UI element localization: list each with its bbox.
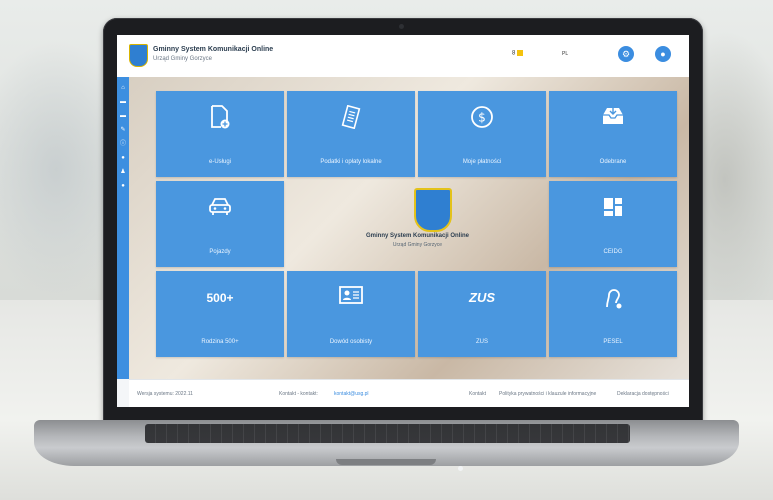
circle-icon[interactable]: ● <box>120 155 126 161</box>
language-selector[interactable]: PL <box>562 51 568 57</box>
person-icon <box>549 285 677 311</box>
laptop-screen: Gminny System Komunikacji Online Urząd G… <box>117 35 689 407</box>
app-header: Gminny System Komunikacji Online Urząd G… <box>117 35 689 78</box>
receipt-icon <box>287 105 415 131</box>
tile-received[interactable]: Odebrane <box>549 91 677 177</box>
app-subtitle: Urząd Gminy Gorzyce <box>153 56 213 62</box>
500-plus-icon: 500+ <box>156 285 284 311</box>
id-card-icon <box>287 285 415 311</box>
gear-icon[interactable]: ⚙ <box>618 46 634 62</box>
user-icon[interactable]: ♟ <box>120 169 126 175</box>
footer-contact-link[interactable]: kontakt@usg.pl <box>334 391 369 397</box>
tile-label: e-Usługi <box>208 159 231 165</box>
footer-contact-label: Kontakt - kontakt: <box>279 391 318 397</box>
sidebar: ⌂ ▬ ▬ ✎ ⓘ ● ♟ ● <box>117 77 129 379</box>
footer-link-accessibility[interactable]: Deklaracja dostępności <box>617 391 669 397</box>
tile-label: ZUS <box>476 339 488 345</box>
inbox-icon <box>549 105 677 131</box>
tile-zus[interactable]: ZUS ZUS <box>418 271 546 357</box>
laptop-keyboard <box>145 424 630 443</box>
app-title: Gminny System Komunikacji Online <box>153 46 274 53</box>
dollar-icon: $ <box>418 105 546 131</box>
svg-text:$: $ <box>478 111 486 125</box>
notification-icon <box>517 50 524 56</box>
webcam <box>399 24 404 29</box>
circle-icon[interactable]: ● <box>120 183 126 189</box>
tile-pesel[interactable]: PESEL <box>549 271 677 357</box>
coat-of-arms-logo[interactable] <box>129 44 148 67</box>
power-led <box>458 466 463 471</box>
tile-label: Pojazdy <box>209 249 231 255</box>
blocks-icon <box>549 195 677 221</box>
user-icon[interactable]: ● <box>655 46 671 62</box>
center-subtitle: Urząd Gminy Gorzyce <box>392 242 443 248</box>
info-icon[interactable]: ⓘ <box>120 141 126 147</box>
center-branding-panel: Gminny System Komunikacji Online Urząd G… <box>287 181 548 267</box>
notification-count: 8 <box>512 50 516 57</box>
coat-of-arms-emblem <box>414 188 452 232</box>
footer-link-contact[interactable]: Kontakt <box>469 391 486 397</box>
tile-e-services[interactable]: e-Usługi <box>156 91 284 177</box>
car-icon[interactable]: ▬ <box>120 99 126 105</box>
tile-label: Dowód osobisty <box>329 339 373 345</box>
tile-id-card[interactable]: Dowód osobisty <box>287 271 415 357</box>
tile-label: Moje płatności <box>462 159 502 165</box>
tile-label: Podatki i opłaty lokalne <box>320 159 382 165</box>
pencil-icon[interactable]: ✎ <box>120 127 126 133</box>
home-icon[interactable]: ⌂ <box>120 85 126 91</box>
center-title: Gminny System Komunikacji Online <box>365 233 470 239</box>
tile-label: CEIDG <box>603 249 623 255</box>
notification-badge[interactable]: 8 <box>512 50 524 57</box>
footer-link-privacy[interactable]: Polityka prywatności i klauzule informac… <box>499 391 596 397</box>
zus-text: ZUS <box>469 290 495 305</box>
car-icon[interactable]: ▬ <box>120 113 126 119</box>
document-add-icon <box>156 105 284 131</box>
tile-taxes[interactable]: Podatki i opłaty lokalne <box>287 91 415 177</box>
tile-family-500[interactable]: 500+ Rodzina 500+ <box>156 271 284 357</box>
tile-ceidg[interactable]: CEIDG <box>549 181 677 267</box>
500-plus-text: 500+ <box>206 291 234 305</box>
tile-label: Rodzina 500+ <box>201 339 239 345</box>
footer-version: Wersja systemu: 2022.11 <box>137 391 193 397</box>
app-footer: Wersja systemu: 2022.11 Kontakt - kontak… <box>129 379 689 407</box>
tile-vehicles[interactable]: Pojazdy <box>156 181 284 267</box>
car-icon <box>156 195 284 221</box>
tile-payments[interactable]: $ Moje płatności <box>418 91 546 177</box>
dashboard-content: e-Usługi Podatki i opłaty lokalne $ Moje… <box>129 77 689 379</box>
tile-label: PESEL <box>603 339 623 345</box>
zus-icon: ZUS <box>418 285 546 311</box>
tile-label: Odebrane <box>599 159 627 165</box>
laptop-notch <box>336 459 436 465</box>
